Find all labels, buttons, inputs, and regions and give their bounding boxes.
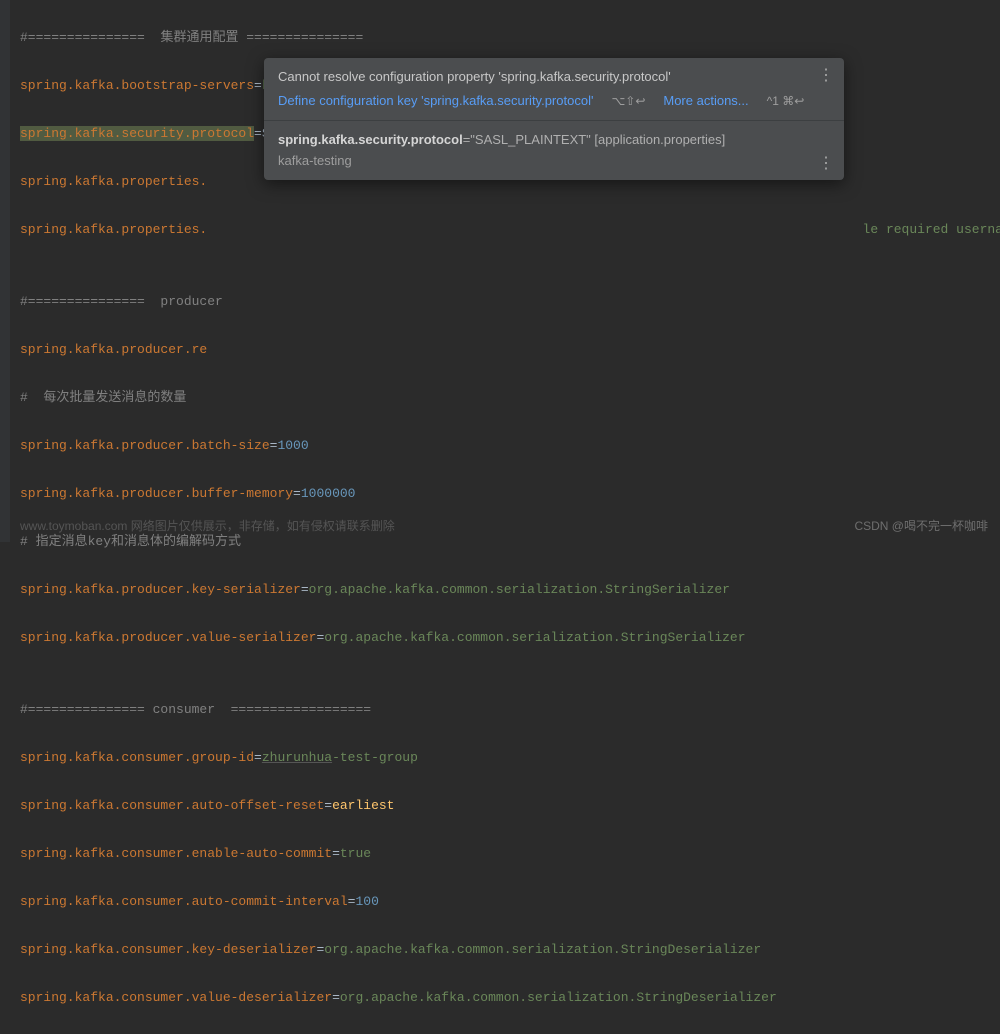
- more-actions-link[interactable]: More actions...: [663, 92, 748, 110]
- property-value: 1000: [277, 438, 308, 453]
- property-value: le required userna: [863, 222, 1000, 237]
- property-value: 1000000: [301, 486, 356, 501]
- property-key: spring.kafka.consumer.enable-auto-commit: [20, 846, 332, 861]
- property-key: spring.kafka.properties.: [20, 222, 207, 237]
- comment-text: 集群通用配置 ===============: [160, 30, 363, 45]
- property-value: zhurunhua: [262, 750, 332, 765]
- code-line: spring.kafka.consumer.auto-offset-reset=…: [20, 794, 1000, 818]
- property-key: spring.kafka.producer.value-serializer: [20, 630, 316, 645]
- code-line: spring.kafka.consumer.group-id=zhurunhua…: [20, 746, 1000, 770]
- code-line: spring.kafka.consumer.key-deserializer=o…: [20, 938, 1000, 962]
- tooltip-title: Cannot resolve configuration property 's…: [278, 68, 808, 86]
- property-value: true: [340, 846, 371, 861]
- code-line: #=============== producer: [20, 290, 1000, 314]
- equals: =: [332, 990, 340, 1005]
- code-line: spring.kafka.producer.key-serializer=org…: [20, 578, 1000, 602]
- property-key: spring.kafka.consumer.value-deserializer: [20, 990, 332, 1005]
- property-key: spring.kafka.consumer.auto-commit-interv…: [20, 894, 348, 909]
- tooltip-header: Cannot resolve configuration property 's…: [264, 58, 844, 121]
- code-line: spring.kafka.properties.xxxxxxxxxxxxxxxx…: [20, 218, 1000, 242]
- equals: =: [316, 942, 324, 957]
- define-config-link[interactable]: Define configuration key 'spring.kafka.s…: [278, 92, 593, 110]
- equals: =: [348, 894, 356, 909]
- shortcut-text: ⌥⇧↩: [611, 93, 645, 110]
- code-line: spring.kafka.producer.value-serializer=o…: [20, 626, 1000, 650]
- watermark-text: www.toymoban.com 网络图片仅供展示，非存储，如有侵权请联系删除: [20, 517, 395, 534]
- property-key-highlighted: spring.kafka.security.protocol: [20, 126, 254, 141]
- property-value: org.apache.kafka.common.serialization.St…: [324, 630, 745, 645]
- equals: =: [332, 846, 340, 861]
- shortcut-text: ^1 ⌘↩: [767, 93, 805, 110]
- equals: =: [254, 126, 262, 141]
- property-key: spring.kafka.properties.: [20, 174, 207, 189]
- code-line: spring.kafka.producer.batch-size=1000: [20, 434, 1000, 458]
- code-line: spring.kafka.producer.re: [20, 338, 1000, 362]
- equals: =: [324, 798, 332, 813]
- equals: =: [254, 750, 262, 765]
- tooltip-property-line: spring.kafka.security.protocol="SASL_PLA…: [278, 131, 808, 149]
- property-value: org.apache.kafka.common.serialization.St…: [309, 582, 730, 597]
- code-line: #=============== consumer ==============…: [20, 698, 1000, 722]
- inspection-tooltip: Cannot resolve configuration property 's…: [264, 58, 844, 180]
- more-icon[interactable]: ⋮: [818, 156, 834, 172]
- code-line: spring.kafka.consumer.value-deserializer…: [20, 986, 1000, 1010]
- code-line: spring.kafka.producer.buffer-memory=1000…: [20, 482, 1000, 506]
- tooltip-project-name: kafka-testing: [278, 152, 808, 170]
- more-icon[interactable]: ⋮: [818, 68, 834, 84]
- tooltip-actions-row: Define configuration key 'spring.kafka.s…: [278, 92, 808, 110]
- tooltip-body: spring.kafka.security.protocol="SASL_PLA…: [264, 121, 844, 179]
- property-key: spring.kafka.bootstrap-servers: [20, 78, 254, 93]
- comment-text: #=============== producer: [20, 294, 223, 309]
- comment-text: #=============== consumer ==============…: [20, 702, 371, 717]
- code-line: #=============== 集群通用配置 ===============: [20, 26, 1000, 50]
- property-key: spring.kafka.consumer.auto-offset-reset: [20, 798, 324, 813]
- equals: =: [293, 486, 301, 501]
- property-key: spring.kafka.producer.batch-size: [20, 438, 270, 453]
- watermark-text: CSDN @喝不完一杯咖啡: [854, 517, 988, 534]
- code-line: # 每次批量发送消息的数量: [20, 386, 1000, 410]
- comment-text: # 每次批量发送消息的数量: [20, 390, 186, 405]
- equals: =: [301, 582, 309, 597]
- property-value: org.apache.kafka.common.serialization.St…: [324, 942, 761, 957]
- property-key: spring.kafka.producer.re: [20, 342, 207, 357]
- property-value: earliest: [332, 798, 394, 813]
- property-value: 100: [355, 894, 378, 909]
- property-value: -test-group: [332, 750, 418, 765]
- code-line: spring.kafka.consumer.enable-auto-commit…: [20, 842, 1000, 866]
- property-key: spring.kafka.producer.buffer-memory: [20, 486, 293, 501]
- code-line: spring.kafka.consumer.auto-commit-interv…: [20, 890, 1000, 914]
- editor-gutter: [0, 0, 10, 542]
- property-key: spring.kafka.producer.key-serializer: [20, 582, 301, 597]
- equals: =: [254, 78, 262, 93]
- property-key: spring.kafka.consumer.key-deserializer: [20, 942, 316, 957]
- tooltip-property-value: ="SASL_PLAINTEXT" [application.propertie…: [463, 132, 726, 147]
- tooltip-property-name: spring.kafka.security.protocol: [278, 132, 463, 147]
- comment-text: #===============: [20, 30, 160, 45]
- property-value: org.apache.kafka.common.serialization.St…: [340, 990, 777, 1005]
- equals: =: [316, 630, 324, 645]
- property-key: spring.kafka.consumer.group-id: [20, 750, 254, 765]
